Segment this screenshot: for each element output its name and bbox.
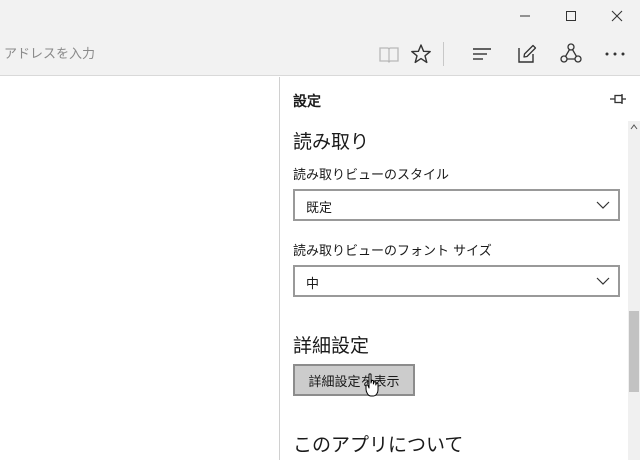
reading-style-value: 既定 <box>306 201 333 216</box>
close-icon <box>611 10 623 22</box>
reading-view-button[interactable] <box>372 38 406 70</box>
chevron-up-icon <box>630 124 638 130</box>
title-bar <box>0 0 640 32</box>
chevron-down-icon <box>596 277 610 285</box>
maximize-button[interactable] <box>548 0 594 32</box>
page-content <box>0 77 280 460</box>
pen-note-icon <box>518 44 537 63</box>
settings-scrollbar[interactable] <box>628 121 640 460</box>
maximize-icon <box>566 11 576 21</box>
font-size-value: 中 <box>306 277 320 292</box>
close-button[interactable] <box>594 0 640 32</box>
ellipsis-icon <box>605 52 625 56</box>
hand-cursor-icon <box>365 373 379 397</box>
show-advanced-settings-button[interactable]: 詳細設定を表示 <box>293 364 415 396</box>
scroll-thumb[interactable] <box>629 311 639 392</box>
address-bar <box>0 32 640 76</box>
font-size-dropdown[interactable]: 中 <box>293 265 620 297</box>
settings-header: 設定 <box>280 77 640 121</box>
reading-heading: 読み取り <box>293 131 370 153</box>
book-icon <box>379 47 399 63</box>
web-note-button[interactable] <box>510 38 544 70</box>
hub-button[interactable] <box>465 38 499 70</box>
minimize-icon <box>520 15 530 17</box>
reading-style-label: 読み取りビューのスタイル <box>293 168 450 183</box>
address-input[interactable] <box>0 40 360 68</box>
settings-title: 設定 <box>293 94 321 110</box>
about-heading: このアプリについて <box>293 434 464 456</box>
settings-panel: 設定 読み取り 読み取りビューのスタイル 既定 読み取りビューのフォント サイズ… <box>279 77 640 460</box>
advanced-heading: 詳細設定 <box>293 335 370 357</box>
share-icon <box>560 43 582 63</box>
pin-button[interactable] <box>606 89 630 109</box>
font-size-label: 読み取りビューのフォント サイズ <box>293 244 492 259</box>
minimize-button[interactable] <box>502 0 548 32</box>
hub-icon <box>473 48 491 60</box>
star-icon <box>411 44 431 64</box>
favorites-button[interactable] <box>404 38 438 70</box>
chevron-down-icon <box>596 201 610 209</box>
scroll-up-button[interactable] <box>628 121 640 133</box>
toolbar-separator <box>443 42 444 66</box>
share-button[interactable] <box>554 38 588 70</box>
reading-style-dropdown[interactable]: 既定 <box>293 189 620 221</box>
pin-icon <box>610 94 626 104</box>
more-button[interactable] <box>598 38 632 70</box>
